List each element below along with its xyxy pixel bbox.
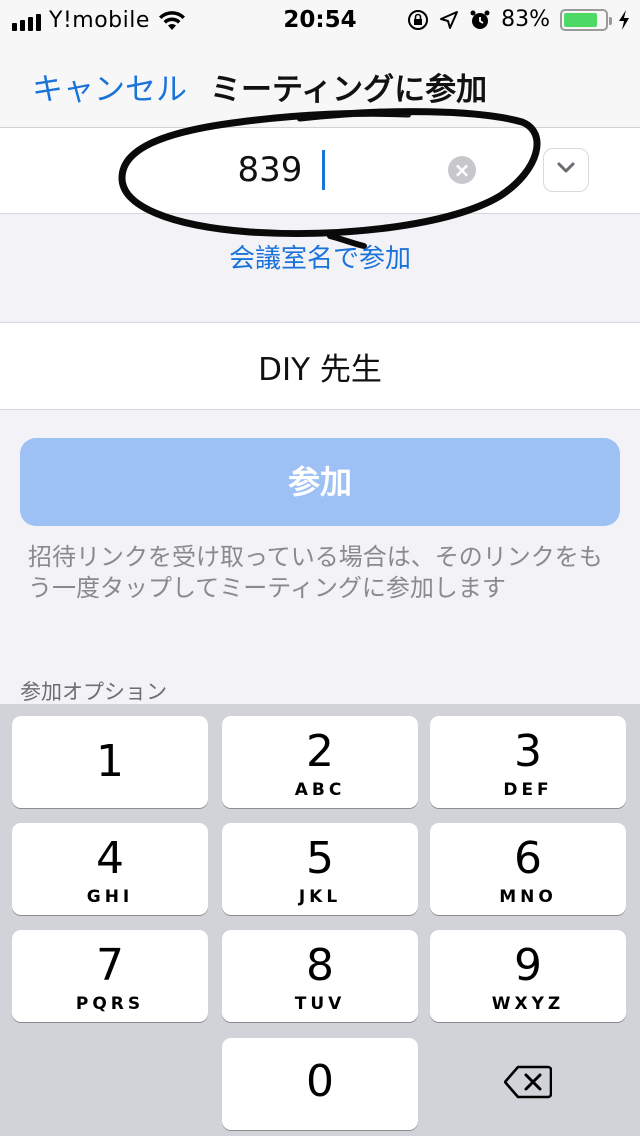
key-digit: 0 <box>306 1056 334 1107</box>
key-letters: MNO <box>499 887 557 907</box>
alarm-icon <box>470 10 490 29</box>
backspace-icon <box>503 1065 553 1099</box>
location-arrow-icon <box>440 10 459 29</box>
key-0[interactable]: 0 <box>222 1038 418 1130</box>
key-letters: PQRS <box>75 994 145 1014</box>
meeting-history-dropdown-button[interactable] <box>543 148 589 192</box>
key-digit: 8 <box>306 940 334 991</box>
battery-icon <box>560 8 612 31</box>
display-name-input[interactable] <box>0 323 640 409</box>
display-name-row <box>0 322 640 410</box>
join-button[interactable]: 参加 <box>20 438 620 526</box>
join-with-room-name-link[interactable]: 会議室名で参加 <box>0 238 640 275</box>
battery-percent: 83% <box>501 7 550 32</box>
key-7[interactable]: 7 PQRS <box>12 930 208 1022</box>
charging-bolt-icon <box>619 9 629 30</box>
key-letters: JKL <box>298 887 342 907</box>
key-letters: WXYZ <box>491 994 565 1014</box>
key-digit: 3 <box>514 726 542 777</box>
text-caret <box>322 150 325 190</box>
key-6[interactable]: 6 MNO <box>430 823 626 915</box>
key-digit: 6 <box>514 833 542 884</box>
invite-link-hint: 招待リンクを受け取っている場合は、そのリンクをもう一度タップしてミーティングに参… <box>28 543 603 602</box>
key-letters: DEF <box>503 780 553 800</box>
key-letters: GHI <box>86 887 134 907</box>
key-letters: ABC <box>294 780 346 800</box>
key-digit: 1 <box>96 736 124 787</box>
key-8[interactable]: 8 TUV <box>222 930 418 1022</box>
key-digit: 9 <box>514 940 542 991</box>
key-letters: TUV <box>294 994 346 1014</box>
orientation-lock-icon <box>408 9 429 30</box>
key-9[interactable]: 9 WXYZ <box>430 930 626 1022</box>
key-3[interactable]: 3 DEF <box>430 716 626 808</box>
meeting-id-input[interactable] <box>120 138 420 202</box>
navigation-bar: キャンセル ミーティングに参加 <box>0 40 640 128</box>
join-meeting-screen: Y!mobile 20:54 83% キャンセル ミーティングに参加 839 ×… <box>0 0 640 1136</box>
key-digit: 5 <box>306 833 334 884</box>
page-title: ミーティングに参加 <box>210 72 488 108</box>
key-1[interactable]: 1 <box>12 716 208 808</box>
key-4[interactable]: 4 GHI <box>12 823 208 915</box>
clear-icon[interactable]: × <box>448 156 476 184</box>
chevron-down-icon <box>557 162 575 173</box>
key-2[interactable]: 2 ABC <box>222 716 418 808</box>
status-right: 83% <box>407 7 630 32</box>
key-5[interactable]: 5 JKL <box>222 823 418 915</box>
key-digit: 2 <box>306 726 334 777</box>
status-bar: Y!mobile 20:54 83% <box>0 0 640 40</box>
battery-level <box>564 12 598 27</box>
cancel-button[interactable]: キャンセル <box>32 64 187 109</box>
key-digit: 7 <box>96 940 124 991</box>
backspace-key[interactable] <box>430 1038 626 1130</box>
key-digit: 4 <box>96 833 124 884</box>
join-options-header: 参加オプション <box>20 680 167 704</box>
